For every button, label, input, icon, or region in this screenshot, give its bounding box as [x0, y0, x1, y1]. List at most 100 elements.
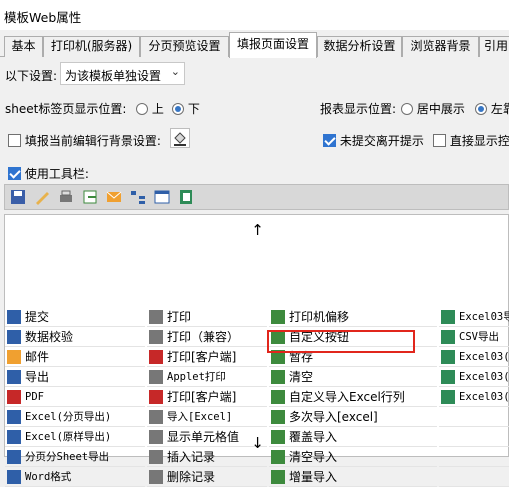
tab-reference[interactable]: 引用 [479, 36, 509, 57]
excel-icon [441, 390, 455, 404]
toolbar-preview [4, 184, 509, 210]
radio-selected-icon[interactable] [475, 103, 487, 115]
grid-cell[interactable]: 打印[客户端] [147, 387, 267, 407]
tab-fill-page[interactable]: 填报页面设置 [229, 32, 317, 58]
grid-cell-label: Excel(分页导出) [25, 411, 112, 423]
grid-cell-label: Excel03(分 [459, 351, 509, 363]
tab-page-preview[interactable]: 分页预览设置 [140, 36, 229, 57]
radio-icon[interactable] [136, 103, 148, 115]
grid-cell[interactable]: 自定义导入Excel行列 [269, 387, 437, 407]
import-icon [271, 390, 285, 404]
scope-select-value: 为该模板单独设置 [65, 69, 162, 83]
report-center-option[interactable]: 居中展示 [401, 100, 465, 117]
import-icon [271, 470, 285, 484]
grid-cell[interactable] [439, 467, 509, 487]
grid-cell[interactable]: CSV导出 [439, 327, 509, 347]
tab-browser-bg[interactable]: 浏览器背景 [402, 36, 479, 57]
grid-cell-label: 清空 [289, 370, 314, 384]
move-down-arrow[interactable]: ↓ [5, 430, 509, 456]
report-left-option[interactable]: 左靠 [475, 100, 509, 117]
grid-cell-label: 打印（兼容） [167, 330, 240, 344]
checkbox-checked-icon[interactable] [323, 134, 336, 147]
applet-print-icon [149, 370, 163, 384]
excel-icon [441, 310, 455, 324]
tab-bar: 基本 打印机(服务器) 分页预览设置 填报页面设置 数据分析设置 浏览器背景 引… [0, 30, 509, 58]
sheet-top-option[interactable]: 上 [136, 100, 164, 117]
save-icon[interactable] [9, 188, 27, 206]
chevron-down-icon: ⌄ [170, 65, 180, 78]
grid-cell[interactable]: 清空 [269, 367, 437, 387]
grid-cell[interactable]: 多次导入[excel] [269, 407, 437, 427]
grid-cell[interactable] [439, 407, 509, 427]
import-icon [149, 410, 163, 424]
tab-printer-server[interactable]: 打印机(服务器) [43, 36, 140, 57]
import-icon [271, 410, 285, 424]
grid-cell[interactable]: Word格式 [5, 467, 145, 487]
export-icon[interactable] [81, 188, 99, 206]
radio-selected-icon[interactable] [172, 103, 184, 115]
grid-cell[interactable]: Excel03( [439, 387, 509, 407]
move-icon [271, 310, 285, 324]
grid-cell-label: 打印[客户端] [167, 350, 237, 364]
grid-cell-label: 增量导入 [289, 470, 338, 484]
edit-icon[interactable] [33, 188, 51, 206]
highlight-box [267, 330, 415, 353]
grid-cell-label: 数据校验 [25, 330, 74, 344]
grid-cell[interactable]: Excel03导 [439, 307, 509, 327]
grid-cell[interactable]: Excel(分页导出) [5, 407, 145, 427]
submit-icon [7, 310, 21, 324]
word-icon [7, 470, 21, 484]
unsubmitted-option[interactable]: 未提交离开提示 [323, 132, 424, 149]
grid-cell-label: 导入[Excel] [167, 411, 233, 423]
grid-cell[interactable]: 打印[客户端] [147, 347, 267, 367]
window-title: 模板Web属性 [4, 10, 82, 25]
mail-icon[interactable] [105, 188, 123, 206]
grid-cell[interactable]: 删除记录 [147, 467, 267, 487]
tab-data-analysis[interactable]: 数据分析设置 [317, 36, 402, 57]
direct-show-option[interactable]: 直接显示控 [433, 132, 509, 149]
grid-cell[interactable]: Excel03( [439, 367, 509, 387]
grid-cell[interactable]: 打印 [147, 307, 267, 327]
print-icon [149, 310, 163, 324]
grid-cell[interactable]: 导入[Excel] [147, 407, 267, 427]
toolbar-button-grid: ↑ 提交 数据校验 邮件 导出 PDF Excel(分页导出) Excel(原样导出) 分页分… [4, 214, 509, 487]
grid-cell-label: 邮件 [25, 350, 50, 364]
grid-cell[interactable]: Applet打印 [147, 367, 267, 387]
toolbar-label: 使用工具栏: [24, 167, 89, 181]
checkbox-checked-icon[interactable] [8, 167, 21, 180]
print-icon [149, 330, 163, 344]
paint-bucket-icon[interactable] [170, 128, 190, 148]
grid-cell[interactable]: 打印（兼容） [147, 327, 267, 347]
fill-bg-option[interactable]: 填报当前编辑行背景设置: [8, 132, 161, 149]
move-up-arrow[interactable]: ↑ [5, 217, 509, 243]
grid-cell[interactable]: PDF [5, 387, 145, 407]
grid-cell-label: 删除记录 [167, 470, 216, 484]
grid-cell[interactable]: 导出 [5, 367, 145, 387]
grid-cell[interactable]: 打印机偏移 [269, 307, 437, 327]
grid-cell-label: 打印 [167, 310, 192, 324]
grid-cell-label: CSV导出 [459, 331, 499, 343]
checkbox-icon[interactable] [8, 134, 21, 147]
radio-icon[interactable] [401, 103, 413, 115]
grid-cell-label: 提交 [25, 310, 50, 324]
grid-cell[interactable]: 提交 [5, 307, 145, 327]
pdf-icon [149, 350, 163, 364]
scope-select[interactable]: 为该模板单独设置 ⌄ [60, 62, 185, 85]
grid-cell[interactable]: 增量导入 [269, 467, 437, 487]
scope-label: 以下设置: [5, 69, 58, 83]
excel-icon[interactable] [177, 188, 195, 206]
print-icon[interactable] [57, 188, 75, 206]
structure-icon[interactable] [129, 188, 147, 206]
grid-cell[interactable]: 邮件 [5, 347, 145, 367]
grid-cell-label: PDF [25, 391, 44, 403]
grid-cell-label: 打印机偏移 [289, 310, 350, 324]
pdf-icon [7, 390, 21, 404]
tab-basic[interactable]: 基本 [4, 36, 43, 57]
sheet-bottom-option[interactable]: 下 [172, 100, 200, 117]
toolbar-option[interactable]: 使用工具栏: [8, 165, 89, 182]
grid-cell[interactable]: 数据校验 [5, 327, 145, 347]
window-icon[interactable] [153, 188, 171, 206]
checkbox-icon[interactable] [433, 134, 446, 147]
grid-cell[interactable]: Excel03(分 [439, 347, 509, 367]
clear-icon [271, 370, 285, 384]
